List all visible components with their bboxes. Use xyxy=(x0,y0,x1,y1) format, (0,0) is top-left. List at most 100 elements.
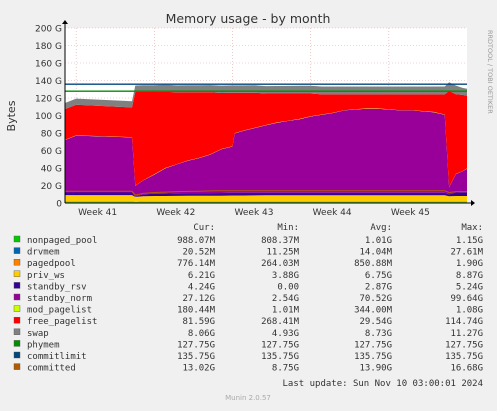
legend-label: commitlimit xyxy=(27,352,87,362)
legend-value: 20.52M xyxy=(182,248,215,258)
legend-value: 4.93G xyxy=(272,329,299,339)
legend-value: 135.75G xyxy=(177,352,215,362)
y-tick-label: 40 G xyxy=(41,165,62,175)
legend-value: 127.75G xyxy=(261,340,299,350)
y-tick-label: 60 G xyxy=(41,147,62,157)
memory-usage-chart: Memory usage - by month Bytes RRDTOOL / … xyxy=(0,0,497,407)
y-tick-label: 80 G xyxy=(41,130,62,140)
y-tick-label: 180 G xyxy=(35,42,62,52)
legend-value: 127.75G xyxy=(445,340,483,350)
legend-swatch-commitlimit xyxy=(13,351,21,359)
legend-value: 1.01M xyxy=(272,306,300,316)
legend-swatch-drvmem xyxy=(13,247,21,254)
area-pagedpool xyxy=(65,201,467,203)
legend-value: 11.27G xyxy=(450,329,483,339)
legend-value: 180.44M xyxy=(177,306,216,316)
legend-value: 2.54G xyxy=(272,294,299,304)
legend-label: mod_pagelist xyxy=(27,306,92,316)
legend-value: 11.25M xyxy=(266,248,299,258)
legend-value: 29.54G xyxy=(359,317,392,327)
legend-swatch-phymem xyxy=(13,340,21,347)
legend-value: 135.75G xyxy=(445,352,483,362)
legend-value: 13.90G xyxy=(359,364,392,374)
x-tick-label: Week 44 xyxy=(313,208,352,218)
legend-swatch-free-pagelist xyxy=(13,317,21,324)
legend-label: pagedpool xyxy=(27,259,76,269)
legend-label: standby_norm xyxy=(27,294,92,304)
legend-value: 268.41M xyxy=(261,317,300,327)
legend-value: 127.75G xyxy=(177,340,215,350)
legend-value: 16.68G xyxy=(450,364,483,374)
y-tick-label: 200 G xyxy=(35,25,62,35)
legend-value: 8.73G xyxy=(365,329,392,339)
legend-label: swap xyxy=(27,329,49,339)
legend-swatch-priv-ws xyxy=(13,270,21,277)
legend-swatch-swap xyxy=(13,328,21,335)
legend-value: 776.14M xyxy=(177,259,216,269)
x-tick-label: Week 43 xyxy=(235,208,274,218)
legend-label: priv_ws xyxy=(27,271,65,281)
y-tick-label: 120 G xyxy=(35,95,62,105)
legend-value: 808.37M xyxy=(261,236,300,246)
legend-value: 127.75G xyxy=(354,340,392,350)
legend-value: 1.01G xyxy=(365,236,392,246)
legend-swatch-standby-norm xyxy=(13,293,21,301)
legend-swatch-standby-rsv xyxy=(13,282,21,289)
y-tick-label: 160 G xyxy=(35,60,62,70)
legend-value: 264.03M xyxy=(261,259,300,269)
legend-header: Cur: xyxy=(193,223,215,233)
y-axis-label: Bytes xyxy=(5,100,18,131)
x-tick-label: Week 45 xyxy=(391,208,430,218)
rrdtool-credit: RRDTOOL / TOBI OETIKER xyxy=(486,30,494,114)
legend-label: drvmem xyxy=(27,248,60,258)
legend-value: 0.00 xyxy=(277,282,299,292)
legend-value: 8.06G xyxy=(188,329,215,339)
x-tick-label: Week 41 xyxy=(78,208,117,218)
legend-header: Avg: xyxy=(370,223,392,233)
legend-value: 5.24G xyxy=(456,282,483,292)
legend-value: 2.87G xyxy=(365,282,392,292)
legend-value: 135.75G xyxy=(354,352,392,362)
legend-value: 27.12G xyxy=(182,294,215,304)
y-tick-label: 140 G xyxy=(35,77,62,87)
legend-value: 135.75G xyxy=(261,352,299,362)
legend-header: Min: xyxy=(277,223,299,233)
legend-value: 14.04M xyxy=(359,248,392,258)
legend-value: 8.75G xyxy=(272,364,299,374)
legend-label: phymem xyxy=(27,340,60,350)
legend-header: Max: xyxy=(461,223,483,233)
legend-value: 13.02G xyxy=(182,364,215,374)
legend-swatch-committed xyxy=(13,363,21,370)
legend-value: 8.87G xyxy=(456,271,483,281)
legend-value: 3.88G xyxy=(272,271,299,281)
legend-swatch-mod-pagelist xyxy=(13,305,21,312)
legend-value: 81.59G xyxy=(182,317,215,327)
legend-value: 6.21G xyxy=(188,271,215,281)
munin-graph: Memory usage - by month Bytes RRDTOOL / … xyxy=(0,0,497,407)
legend-value: 344.00M xyxy=(354,306,393,316)
legend-value: 1.08G xyxy=(456,306,483,316)
legend-value: 27.61M xyxy=(450,248,483,258)
legend-value: 70.52G xyxy=(359,294,392,304)
legend-value: 988.07M xyxy=(177,236,216,246)
y-tick-label: 100 G xyxy=(35,112,62,122)
legend-label: nonpaged_pool xyxy=(27,236,97,246)
y-tick-label: 0 xyxy=(56,200,62,210)
legend-value: 1.15G xyxy=(456,236,483,246)
chart-title: Memory usage - by month xyxy=(166,11,331,26)
munin-version: Munin 2.0.57 xyxy=(225,394,271,402)
legend-value: 6.75G xyxy=(365,271,392,281)
legend-value: 99.64G xyxy=(450,294,483,304)
legend-value: 4.24G xyxy=(188,282,215,292)
legend-label: standby_rsv xyxy=(27,282,87,292)
y-tick-label: 20 G xyxy=(41,182,62,192)
legend-value: 1.90G xyxy=(456,259,483,269)
legend-label: committed xyxy=(27,364,76,374)
x-tick-label: Week 42 xyxy=(156,208,195,218)
area-priv-ws xyxy=(65,195,467,202)
legend-swatch-pagedpool xyxy=(13,259,21,266)
last-update: Last update: Sun Nov 10 03:00:01 2024 xyxy=(283,379,483,389)
legend-value: 850.88M xyxy=(354,259,393,269)
legend-value: 114.74G xyxy=(445,317,483,327)
legend-label: free_pagelist xyxy=(27,317,97,327)
